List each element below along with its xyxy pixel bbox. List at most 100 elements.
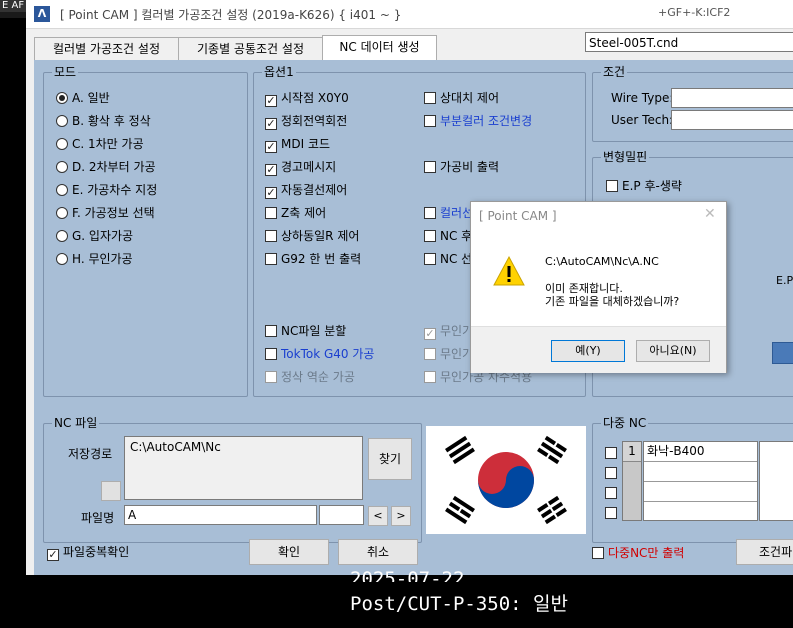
checkbox-checked-icon[interactable]: ✓: [265, 141, 277, 153]
checkbox-checked-icon[interactable]: ✓: [265, 95, 277, 107]
yes-button[interactable]: 예(Y): [551, 340, 625, 362]
checkbox-checked-icon[interactable]: ✓: [265, 187, 277, 199]
flag-svg: [445, 435, 567, 525]
checkbox-icon[interactable]: [424, 161, 436, 173]
dialog-close-icon[interactable]: ✕: [704, 206, 716, 222]
find-folder-button[interactable]: 찾기: [368, 438, 412, 480]
checkbox-icon[interactable]: [424, 115, 436, 127]
mode-option-a[interactable]: A. 일반: [56, 90, 110, 106]
checkbox-checked-icon[interactable]: ✓: [47, 549, 59, 561]
option-reverse-finish[interactable]: 정삭 역순 가공: [265, 369, 355, 385]
checkbox-icon[interactable]: [424, 230, 436, 242]
multi-nc-group-label: 다중 NC: [601, 416, 649, 430]
checkbox-icon[interactable]: [605, 447, 617, 459]
multi-nc-row-4[interactable]: [605, 506, 621, 520]
checkbox-icon[interactable]: [605, 487, 617, 499]
file-dup-check[interactable]: ✓ 파일중복확인: [47, 544, 129, 561]
multi-nc-name-4[interactable]: [644, 502, 757, 521]
tab-nc-generate[interactable]: NC 데이터 생성: [322, 35, 437, 61]
no-button[interactable]: 아니요(N): [636, 340, 710, 362]
multi-nc-name-3[interactable]: [644, 482, 757, 502]
option-nc-split[interactable]: NC파일 분할: [265, 323, 346, 339]
option-relative[interactable]: 상대치 제어: [424, 90, 499, 106]
checkbox-checked-disabled-icon[interactable]: ✓: [424, 328, 436, 340]
next-button[interactable]: >: [391, 506, 411, 526]
checkbox-disabled-icon[interactable]: [424, 348, 436, 360]
checkbox-icon[interactable]: [424, 253, 436, 265]
mode-option-d[interactable]: D. 2차부터 가공: [56, 159, 156, 175]
checkbox-icon[interactable]: [424, 92, 436, 104]
filename-field[interactable]: A: [124, 505, 317, 525]
radio-icon[interactable]: [56, 184, 68, 196]
radio-icon[interactable]: [56, 207, 68, 219]
multi-nc-name-1[interactable]: 화낙-B400: [644, 442, 757, 462]
option-unmanned-2[interactable]: 무인가: [424, 346, 473, 362]
condition-group: 조건 Wire Type: User Tech:: [592, 65, 793, 142]
checkbox-icon[interactable]: [265, 348, 277, 360]
multi-nc-name-2[interactable]: [644, 462, 757, 482]
save-path-field[interactable]: C:\AutoCAM\Nc: [124, 436, 363, 500]
option-start-point[interactable]: ✓ 시작점 X0Y0: [265, 90, 349, 107]
option-rotation[interactable]: ✓ 정회전역회전: [265, 113, 347, 130]
tab-color-conditions[interactable]: 컬러별 가공조건 설정: [34, 37, 179, 60]
mode-group-label: 모드: [52, 65, 79, 79]
checkbox-checked-icon[interactable]: ✓: [265, 164, 277, 176]
ok-button[interactable]: 확인: [249, 539, 329, 565]
option-auto-wire-cut[interactable]: ✓ 자동결선제어: [265, 182, 347, 199]
checkbox-icon[interactable]: [592, 547, 604, 559]
radio-selected-icon[interactable]: [56, 92, 68, 104]
radio-icon[interactable]: [56, 253, 68, 265]
option-same-radius[interactable]: 상하동일R 제어: [265, 228, 359, 244]
filename-suffix-field[interactable]: [319, 505, 364, 525]
multi-nc-row-2[interactable]: [605, 466, 621, 480]
option-partial-color[interactable]: 부분컬러 조건변경: [424, 113, 532, 129]
condition-file-field[interactable]: Steel-005T.cnd: [585, 32, 793, 52]
checkbox-disabled-icon[interactable]: [265, 371, 277, 383]
option-g92-once[interactable]: G92 한 번 출력: [265, 251, 361, 267]
checkbox-disabled-icon[interactable]: [424, 371, 436, 383]
option-warning-message[interactable]: ✓ 경고메시지: [265, 159, 336, 176]
mode-option-e[interactable]: E. 가공차수 지정: [56, 182, 157, 198]
checkbox-icon[interactable]: [605, 467, 617, 479]
mode-option-g[interactable]: G. 입자가공: [56, 228, 133, 244]
mode-option-f[interactable]: F. 가공정보 선택: [56, 205, 155, 221]
radio-icon[interactable]: [56, 138, 68, 150]
option-color-line[interactable]: 컬러선: [424, 205, 473, 221]
cancel-button[interactable]: 취소: [338, 539, 418, 565]
checkbox-icon[interactable]: [606, 180, 618, 192]
option-unmanned-1[interactable]: ✓ 무인가: [424, 323, 473, 340]
checkbox-checked-icon[interactable]: ✓: [265, 118, 277, 130]
option-z-axis[interactable]: Z축 제어: [265, 205, 326, 221]
checkbox-icon[interactable]: [265, 325, 277, 337]
user-tech-field[interactable]: [671, 110, 793, 130]
apply-button[interactable]: [772, 342, 793, 364]
mode-option-h[interactable]: H. 무인가공: [56, 251, 133, 267]
radio-icon[interactable]: [56, 161, 68, 173]
option-cost-output[interactable]: 가공비 출력: [424, 159, 499, 175]
checkbox-icon[interactable]: [265, 253, 277, 265]
option-nc-select[interactable]: NC 선: [424, 251, 472, 267]
mode-option-c[interactable]: C. 1차만 가공: [56, 136, 144, 152]
prev-button[interactable]: <: [368, 506, 388, 526]
radio-icon[interactable]: [56, 115, 68, 127]
multi-nc-row-3[interactable]: [605, 486, 621, 500]
checkbox-icon[interactable]: [265, 230, 277, 242]
checkbox-icon[interactable]: [265, 207, 277, 219]
option-toktok-g40[interactable]: TokTok G40 가공: [265, 346, 374, 362]
filename-label: 파일명: [81, 511, 115, 525]
wire-type-field[interactable]: [671, 88, 793, 108]
checkbox-icon[interactable]: [424, 207, 436, 219]
condition-file-button[interactable]: 조건파: [736, 539, 793, 565]
option-mdi-code[interactable]: ✓ MDI 코드: [265, 136, 330, 153]
option-nc-after[interactable]: NC 후: [424, 228, 472, 244]
radio-icon[interactable]: [56, 230, 68, 242]
checkbox-icon[interactable]: [605, 507, 617, 519]
mode-group: 모드 A. 일반 B. 황삭 후 정삭 C. 1차만 가공 D. 2차부터 가공…: [43, 65, 248, 397]
option-ep-skip[interactable]: E.P 후-생략: [606, 178, 682, 194]
folder-small-button[interactable]: [101, 481, 121, 501]
multi-nc-only-output[interactable]: 다중NC만 출력: [592, 545, 684, 561]
multi-nc-row-1[interactable]: [605, 446, 621, 460]
mode-option-b[interactable]: B. 황삭 후 정삭: [56, 113, 151, 129]
multi-nc-extra-column[interactable]: [759, 441, 793, 521]
tab-common-conditions[interactable]: 기종별 공통조건 설정: [178, 37, 323, 60]
